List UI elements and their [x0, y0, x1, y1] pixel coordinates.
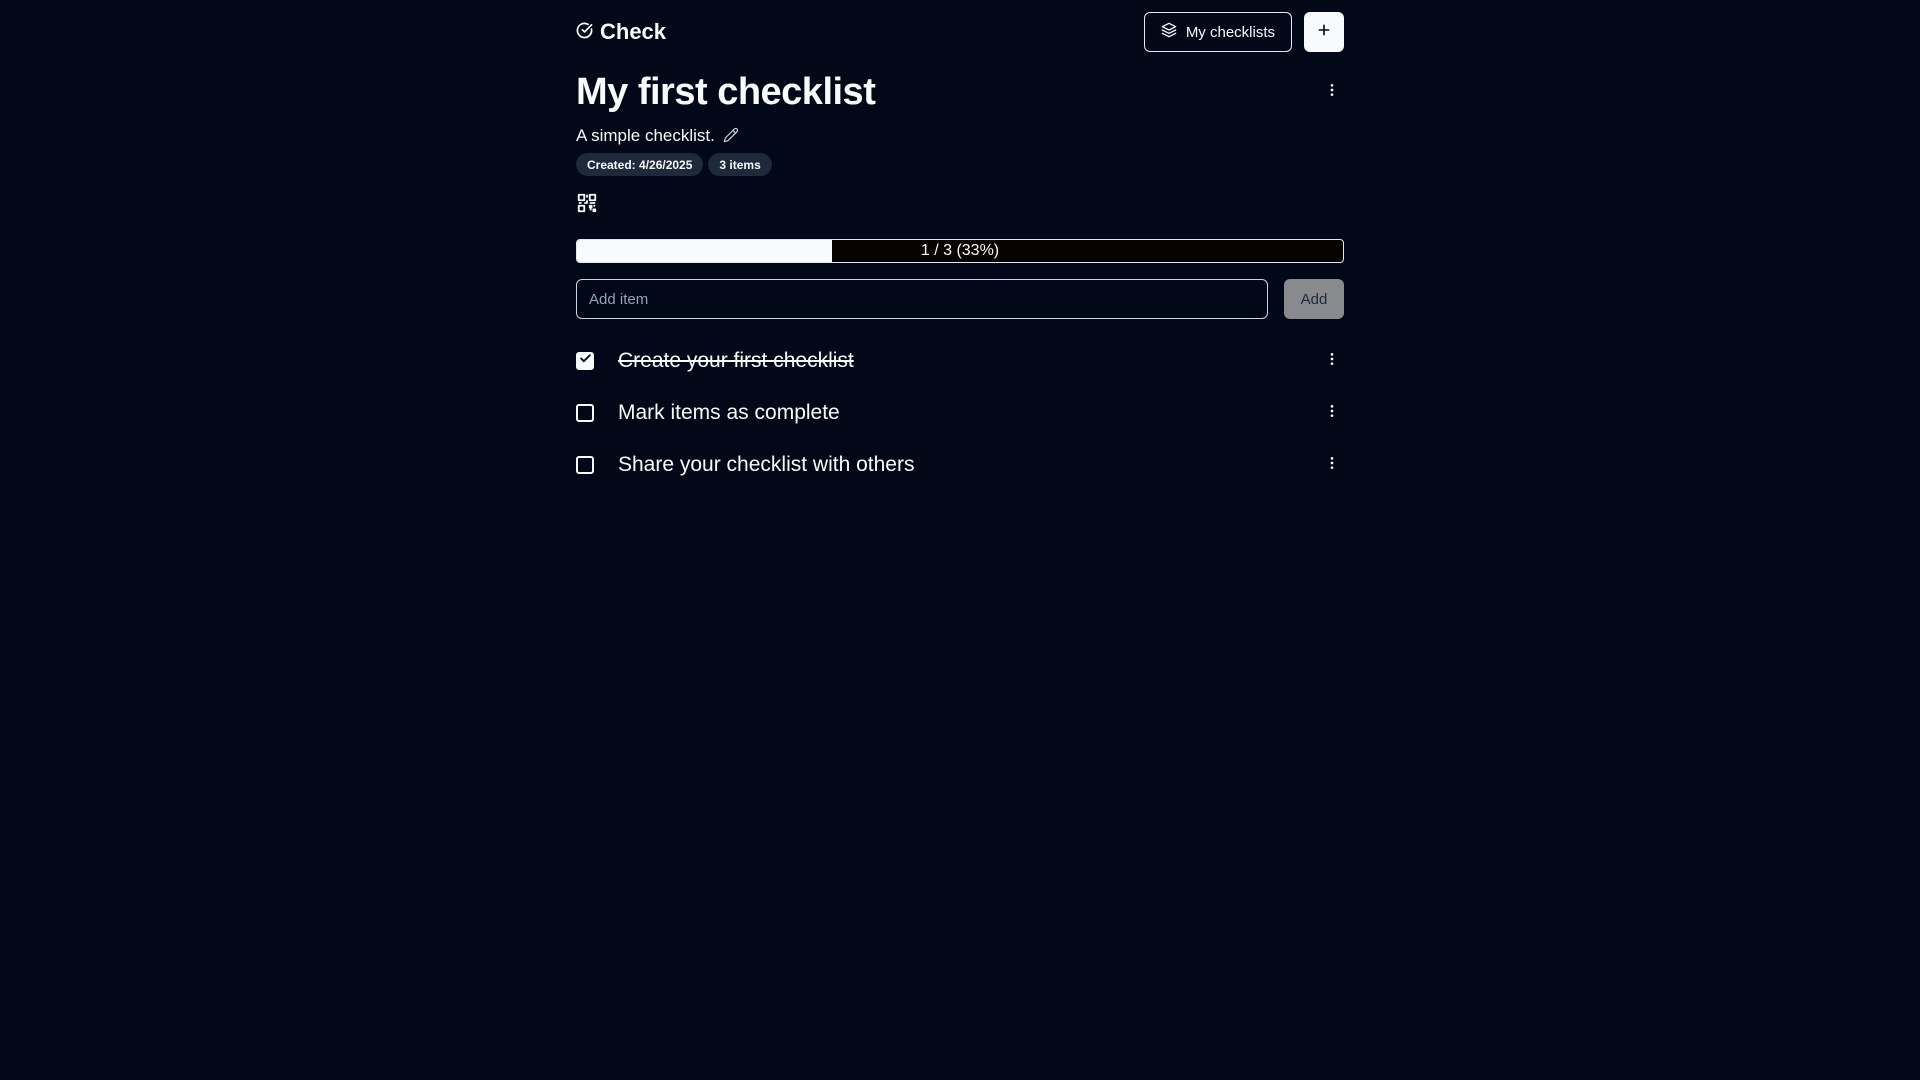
more-vertical-icon — [1324, 455, 1340, 476]
my-checklists-button[interactable]: My checklists — [1143, 12, 1292, 52]
item-text: Share your checklist with others — [618, 453, 915, 476]
badge-row: Created: 4/26/2025 3 items — [576, 153, 772, 176]
qr-code-icon — [576, 193, 598, 218]
checklist-menu-button[interactable] — [1320, 80, 1344, 104]
add-item-button[interactable]: Add — [1284, 279, 1344, 319]
share-qr-button[interactable] — [576, 192, 600, 216]
list-item: Create your first checklist — [576, 345, 1344, 377]
layers-icon — [1161, 22, 1177, 42]
list-item: Share your checklist with others — [576, 449, 1344, 481]
more-vertical-icon — [1324, 351, 1340, 372]
top-bar: Check My checklists — [576, 12, 1344, 52]
item-menu-button[interactable] — [1320, 453, 1344, 477]
description-row: A simple checklist. — [576, 124, 741, 148]
item-count-badge: 3 items — [708, 153, 772, 176]
item-checkbox[interactable] — [576, 456, 594, 474]
item-menu-button[interactable] — [1320, 401, 1344, 425]
app-name: Check — [600, 19, 667, 44]
progress-label: 1 / 3 (33%) — [920, 242, 1000, 259]
more-vertical-icon — [1324, 403, 1340, 424]
check-icon — [579, 352, 592, 370]
created-badge: Created: 4/26/2025 — [576, 153, 704, 176]
progress-bar: 1 / 3 (33%) — [576, 239, 1344, 263]
new-checklist-button[interactable] — [1304, 12, 1344, 52]
edit-description-button[interactable] — [723, 127, 741, 145]
more-vertical-icon — [1324, 82, 1340, 103]
circle-check-icon — [576, 19, 593, 45]
item-checkbox[interactable] — [576, 404, 594, 422]
checklist-description: A simple checklist. — [576, 126, 715, 145]
pencil-icon — [723, 127, 739, 145]
item-text: Mark items as complete — [618, 401, 840, 424]
item-text: Create your first checklist — [618, 349, 854, 372]
item-menu-button[interactable] — [1320, 349, 1344, 373]
add-item-input[interactable] — [576, 279, 1268, 319]
list-item: Mark items as complete — [576, 397, 1344, 429]
plus-icon — [1316, 22, 1332, 43]
item-checkbox[interactable] — [576, 352, 594, 370]
checklist-title: My first checklist — [576, 71, 876, 113]
app-logo[interactable]: Check — [576, 12, 666, 52]
my-checklists-label: My checklists — [1185, 23, 1275, 41]
